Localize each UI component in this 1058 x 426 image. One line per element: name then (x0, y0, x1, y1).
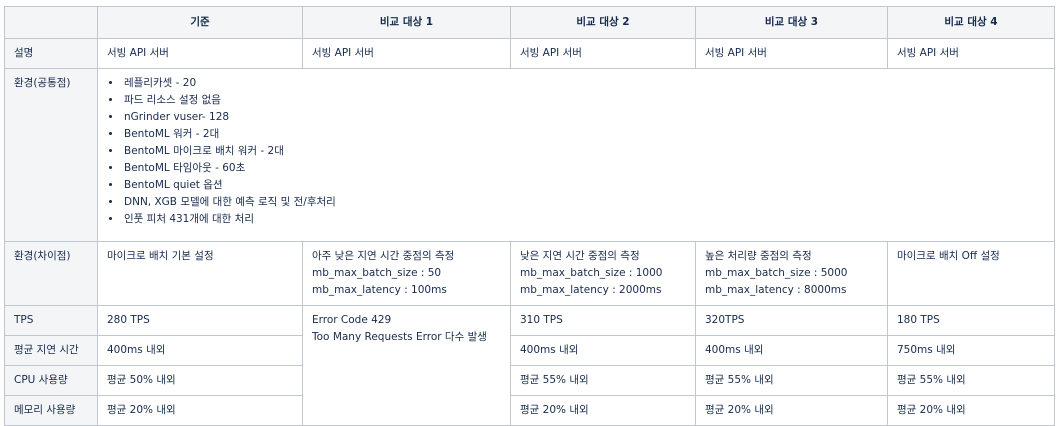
env-diff-target-2-line: mb_max_latency : 2000ms (520, 284, 662, 296)
row-label-memory: 메모리 사용량 (4, 395, 98, 426)
cell-memory-target-2: 평균 20% 내외 (510, 395, 696, 426)
env-common-list: 레플리카셋 - 20 파드 리소스 설정 없음 nGrinder vuser- … (107, 75, 1045, 228)
cell-env-diff-target-3: 높은 처리량 중점의 측정 mb_max_batch_size : 5000 m… (695, 241, 888, 306)
header-baseline: 기준 (97, 6, 303, 39)
cell-env-diff-target-1: 아주 낮은 지연 시간 중점의 측정 mb_max_batch_size : 5… (302, 241, 511, 306)
env-diff-target-3-line: mb_max_batch_size : 5000 (705, 267, 848, 279)
cell-description-target-3: 서빙 API 서버 (695, 38, 888, 69)
env-diff-target-2-line: mb_max_batch_size : 1000 (520, 267, 663, 279)
row-label-description: 설명 (4, 38, 98, 69)
cell-cpu-target-2: 평균 55% 내외 (510, 365, 696, 396)
error-code-text: Error Code 429 (312, 314, 392, 326)
header-target-1: 비교 대상 1 (302, 6, 511, 39)
row-latency: 평균 지연 시간 400ms 내외 400ms 내외 400ms 내외 750m… (4, 335, 1055, 366)
cell-latency-baseline: 400ms 내외 (97, 335, 303, 366)
env-diff-target-3-line: mb_max_latency : 8000ms (705, 284, 847, 296)
env-diff-target-2-line: 낮은 지연 시간 중점의 측정 (520, 250, 640, 262)
list-item: BentoML 타임아웃 - 60초 (122, 160, 1045, 177)
row-env-diff: 환경(차이점) 마이크로 배치 기본 설정 아주 낮은 지연 시간 중점의 측정… (4, 241, 1055, 306)
error-message-text: Too Many Requests Error 다수 발생 (312, 331, 487, 343)
comparison-table: 기준 비교 대상 1 비교 대상 2 비교 대상 3 비교 대상 4 설명 서빙… (4, 6, 1055, 426)
cell-memory-target-4: 평균 20% 내외 (887, 395, 1055, 426)
env-diff-target-1-line: mb_max_batch_size : 50 (312, 267, 442, 279)
list-item: nGrinder vuser- 128 (122, 109, 1045, 126)
cell-tps-baseline: 280 TPS (97, 305, 303, 336)
row-cpu: CPU 사용량 평균 50% 내외 평균 55% 내외 평균 55% 내외 평균… (4, 365, 1055, 396)
cell-tps-target-3: 320TPS (695, 305, 888, 336)
row-description: 설명 서빙 API 서버 서빙 API 서버 서빙 API 서버 서빙 API … (4, 38, 1055, 69)
header-target-4: 비교 대상 4 (887, 6, 1055, 39)
cell-cpu-baseline: 평균 50% 내외 (97, 365, 303, 396)
list-item: BentoML 워커 - 2대 (122, 126, 1045, 143)
cell-memory-baseline: 평균 20% 내외 (97, 395, 303, 426)
cell-description-target-4: 서빙 API 서버 (887, 38, 1055, 69)
cell-description-target-2: 서빙 API 서버 (510, 38, 696, 69)
row-label-cpu: CPU 사용량 (4, 365, 98, 396)
list-item: 파드 리소스 설정 없음 (122, 92, 1045, 109)
header-target-2: 비교 대상 2 (510, 6, 696, 39)
cell-latency-target-3: 400ms 내외 (695, 335, 888, 366)
row-memory: 메모리 사용량 평균 20% 내외 평균 20% 내외 평균 20% 내외 평균… (4, 395, 1055, 426)
cell-latency-target-2: 400ms 내외 (510, 335, 696, 366)
row-label-tps: TPS (4, 305, 98, 336)
cell-cpu-target-4: 평균 55% 내외 (887, 365, 1055, 396)
cell-tps-target-4: 180 TPS (887, 305, 1055, 336)
header-row: 기준 비교 대상 1 비교 대상 2 비교 대상 3 비교 대상 4 (4, 6, 1055, 39)
env-diff-target-3-line: 높은 처리량 중점의 측정 (705, 250, 812, 262)
row-label-env-common: 환경(공통점) (4, 68, 98, 242)
cell-env-diff-target-2: 낮은 지연 시간 중점의 측정 mb_max_batch_size : 1000… (510, 241, 696, 306)
row-label-env-diff: 환경(차이점) (4, 241, 98, 306)
header-corner (4, 6, 98, 39)
env-diff-target-1-line: mb_max_latency : 100ms (312, 284, 447, 296)
list-item: 인풋 피처 431개에 대한 처리 (122, 211, 1045, 228)
cell-description-baseline: 서빙 API 서버 (97, 38, 303, 69)
cell-latency-target-4: 750ms 내외 (887, 335, 1055, 366)
list-item: BentoML quiet 옵션 (122, 177, 1045, 194)
header-target-3: 비교 대상 3 (695, 6, 888, 39)
cell-error-target-1: Error Code 429 Too Many Requests Error 다… (302, 305, 511, 426)
row-label-latency: 평균 지연 시간 (4, 335, 98, 366)
list-item: BentoML 마이크로 배치 워커 - 2대 (122, 143, 1045, 160)
cell-description-target-1: 서빙 API 서버 (302, 38, 511, 69)
list-item: 레플리카셋 - 20 (122, 75, 1045, 92)
cell-tps-target-2: 310 TPS (510, 305, 696, 336)
env-diff-target-1-line: 아주 낮은 지연 시간 중점의 측정 (312, 250, 455, 262)
cell-memory-target-3: 평균 20% 내외 (695, 395, 888, 426)
list-item: DNN, XGB 모델에 대한 예측 로직 및 전/후처리 (122, 194, 1045, 211)
row-env-common: 환경(공통점) 레플리카셋 - 20 파드 리소스 설정 없음 nGrinder… (4, 68, 1055, 242)
row-tps: TPS 280 TPS Error Code 429 Too Many Requ… (4, 305, 1055, 426)
cell-env-diff-target-4: 마이크로 배치 Off 설정 (887, 241, 1055, 306)
cell-env-common: 레플리카셋 - 20 파드 리소스 설정 없음 nGrinder vuser- … (97, 68, 1055, 242)
cell-env-diff-baseline: 마이크로 배치 기본 설정 (97, 241, 303, 306)
cell-cpu-target-3: 평균 55% 내외 (695, 365, 888, 396)
